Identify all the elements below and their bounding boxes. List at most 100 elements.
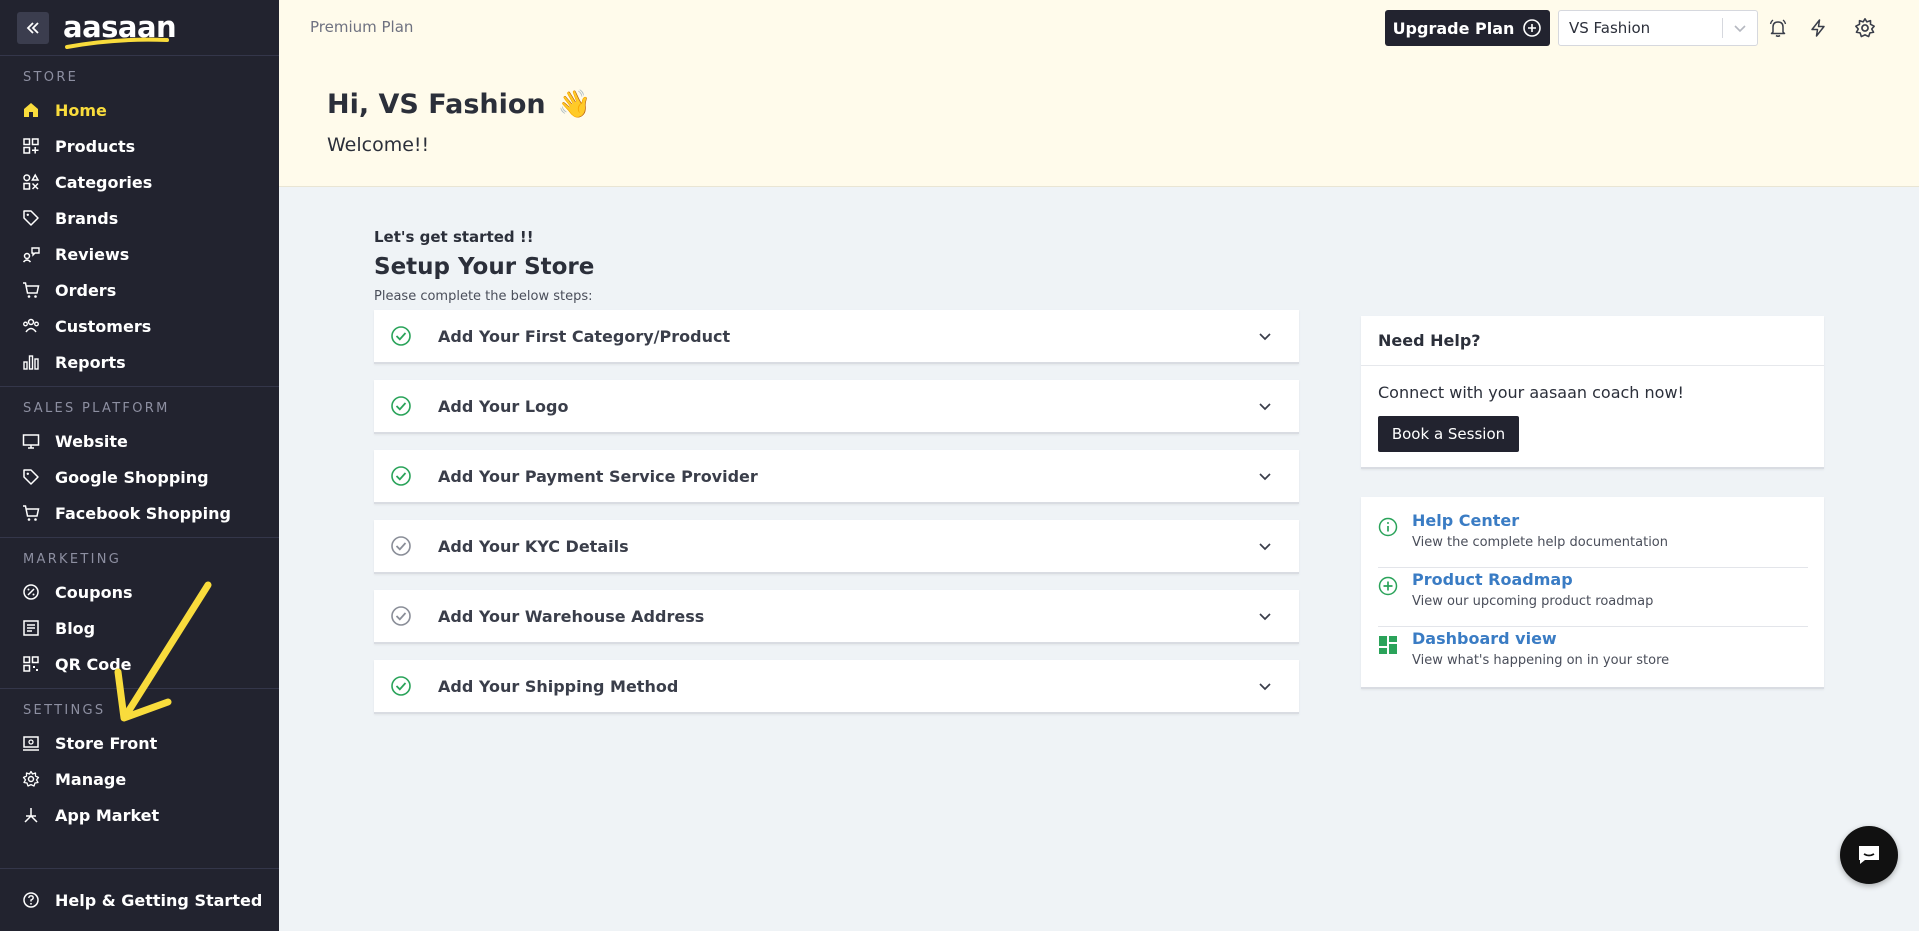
home-icon xyxy=(21,100,41,120)
sidebar-item-label: Facebook Shopping xyxy=(55,503,231,523)
sidebar-item-store-front[interactable]: Store Front xyxy=(0,725,279,761)
link-help-center[interactable]: Help Center View the complete help docum… xyxy=(1378,509,1808,568)
setup-step-logo[interactable]: Add Your Logo xyxy=(374,380,1299,434)
setup-step-kyc-details[interactable]: Add Your KYC Details xyxy=(374,520,1299,574)
section-title: SALES PLATFORM xyxy=(23,401,170,416)
sidebar-item-label: Products xyxy=(55,136,136,156)
check-circle-done-icon xyxy=(390,395,412,417)
sidebar-item-label: Manage xyxy=(55,769,127,789)
link-text: Product Roadmap View our upcoming produc… xyxy=(1412,570,1653,626)
storefront-icon xyxy=(21,733,41,753)
setup-step-warehouse-address[interactable]: Add Your Warehouse Address xyxy=(374,590,1299,644)
chat-launcher-button[interactable] xyxy=(1840,826,1898,884)
sidebar-item-manage[interactable]: Manage xyxy=(0,761,279,797)
chat-bubble-icon xyxy=(1859,846,1879,864)
need-help-text: Connect with your aasaan coach now! xyxy=(1378,383,1684,402)
qr-code-icon xyxy=(21,654,41,674)
check-circle-pending-icon xyxy=(390,605,412,627)
resources-card: Help Center View the complete help docum… xyxy=(1361,497,1824,689)
sidebar-item-label: Categories xyxy=(55,172,153,192)
check-circle-done-icon xyxy=(390,465,412,487)
sidebar-item-facebook-shopping[interactable]: Facebook Shopping xyxy=(0,495,279,531)
reviews-icon xyxy=(21,244,41,264)
sidebar-item-label: Help & Getting Started xyxy=(55,890,263,910)
sidebar-item-app-market[interactable]: App Market xyxy=(0,797,279,833)
store-select[interactable]: VS Fashion xyxy=(1558,10,1758,46)
categories-icon xyxy=(21,172,41,192)
link-description: View our upcoming product roadmap xyxy=(1412,594,1654,609)
sidebar: aasaan STORE Home Products Categories Br… xyxy=(0,0,279,931)
users-icon xyxy=(21,316,41,336)
logo[interactable]: aasaan xyxy=(63,13,177,49)
greeting-title: Hi, VS Fashion 👋 xyxy=(327,88,592,121)
link-text: Dashboard view View what's happening on … xyxy=(1412,629,1669,686)
quick-actions-button[interactable] xyxy=(1807,17,1829,39)
chevron-down-icon xyxy=(1255,539,1275,553)
link-dashboard-view[interactable]: Dashboard view View what's happening on … xyxy=(1378,627,1808,686)
sidebar-item-home[interactable]: Home xyxy=(0,92,279,128)
sidebar-item-blog[interactable]: Blog xyxy=(0,610,279,646)
setup-step-label: Add Your Shipping Method xyxy=(438,676,679,696)
chevron-down-icon xyxy=(1255,609,1275,623)
sidebar-item-label: QR Code xyxy=(55,654,132,674)
help-circle-icon xyxy=(21,890,41,910)
setup-step-label: Add Your Payment Service Provider xyxy=(438,466,758,486)
sidebar-item-reviews[interactable]: Reviews xyxy=(0,236,279,272)
sidebar-item-label: Website xyxy=(55,431,128,451)
sidebar-section-settings: SETTINGS Store Front Manage App Market xyxy=(0,689,279,839)
sidebar-item-help-getting-started[interactable]: Help & Getting Started xyxy=(0,868,279,931)
chevron-down-icon xyxy=(1723,21,1757,35)
settings-button[interactable] xyxy=(1854,17,1876,39)
sidebar-item-label: App Market xyxy=(55,805,160,825)
check-circle-pending-icon xyxy=(390,535,412,557)
upgrade-plan-button[interactable]: Upgrade Plan xyxy=(1385,10,1550,46)
check-circle-done-icon xyxy=(390,325,412,347)
sidebar-item-coupons[interactable]: Coupons xyxy=(0,574,279,610)
sidebar-item-reports[interactable]: Reports xyxy=(0,344,279,380)
sidebar-item-customers[interactable]: Customers xyxy=(0,308,279,344)
sidebar-item-brands[interactable]: Brands xyxy=(0,200,279,236)
collapse-sidebar-button[interactable] xyxy=(17,11,49,44)
bell-icon xyxy=(1769,19,1787,37)
bar-chart-icon xyxy=(21,352,41,372)
sidebar-section-store: STORE Home Products Categories Brands Re… xyxy=(0,56,279,387)
sidebar-item-label: Orders xyxy=(55,280,117,300)
header: Premium Plan Upgrade Plan VS Fashion Hi,… xyxy=(279,0,1919,187)
link-title[interactable]: Help Center xyxy=(1412,511,1668,530)
sidebar-item-products[interactable]: Products xyxy=(0,128,279,164)
setup-subtitle: Please complete the below steps: xyxy=(374,289,593,304)
sidebar-item-google-shopping[interactable]: Google Shopping xyxy=(0,459,279,495)
book-session-button[interactable]: Book a Session xyxy=(1378,416,1519,452)
setup-step-category-product[interactable]: Add Your First Category/Product xyxy=(374,310,1299,364)
setup-steps: Add Your First Category/Product Add Your… xyxy=(374,310,1299,714)
setup-step-shipping-method[interactable]: Add Your Shipping Method xyxy=(374,660,1299,714)
sidebar-item-label: Customers xyxy=(55,316,152,336)
wave-emoji-icon: 👋 xyxy=(557,89,592,120)
chevron-down-icon xyxy=(1255,469,1275,483)
store-select-value: VS Fashion xyxy=(1569,19,1651,37)
sidebar-item-qr-code[interactable]: QR Code xyxy=(0,646,279,682)
setup-kicker: Let's get started !! xyxy=(374,228,534,246)
coupon-icon xyxy=(21,582,41,602)
blog-icon xyxy=(21,618,41,638)
chevron-down-icon xyxy=(1255,679,1275,693)
need-help-title: Need Help? xyxy=(1361,316,1824,366)
upgrade-plan-label: Upgrade Plan xyxy=(1392,18,1515,38)
sidebar-item-orders[interactable]: Orders xyxy=(0,272,279,308)
sidebar-item-label: Store Front xyxy=(55,733,158,753)
logo-swoosh-icon xyxy=(65,37,169,49)
sidebar-item-label: Brands xyxy=(55,208,119,228)
link-product-roadmap[interactable]: Product Roadmap View our upcoming produc… xyxy=(1378,568,1808,627)
sidebar-item-categories[interactable]: Categories xyxy=(0,164,279,200)
sidebar-item-label: Reviews xyxy=(55,244,130,264)
welcome-text: Welcome!! xyxy=(327,134,430,156)
sidebar-item-website[interactable]: Website xyxy=(0,423,279,459)
link-title[interactable]: Product Roadmap xyxy=(1412,570,1653,589)
setup-step-payment-provider[interactable]: Add Your Payment Service Provider xyxy=(374,450,1299,504)
sidebar-item-label: Google Shopping xyxy=(55,467,209,487)
cart-icon xyxy=(21,503,41,523)
sidebar-header: aasaan xyxy=(0,0,279,56)
link-description: View what's happening on in your store xyxy=(1412,653,1670,668)
notifications-button[interactable] xyxy=(1767,17,1789,39)
link-title[interactable]: Dashboard view xyxy=(1412,629,1669,648)
